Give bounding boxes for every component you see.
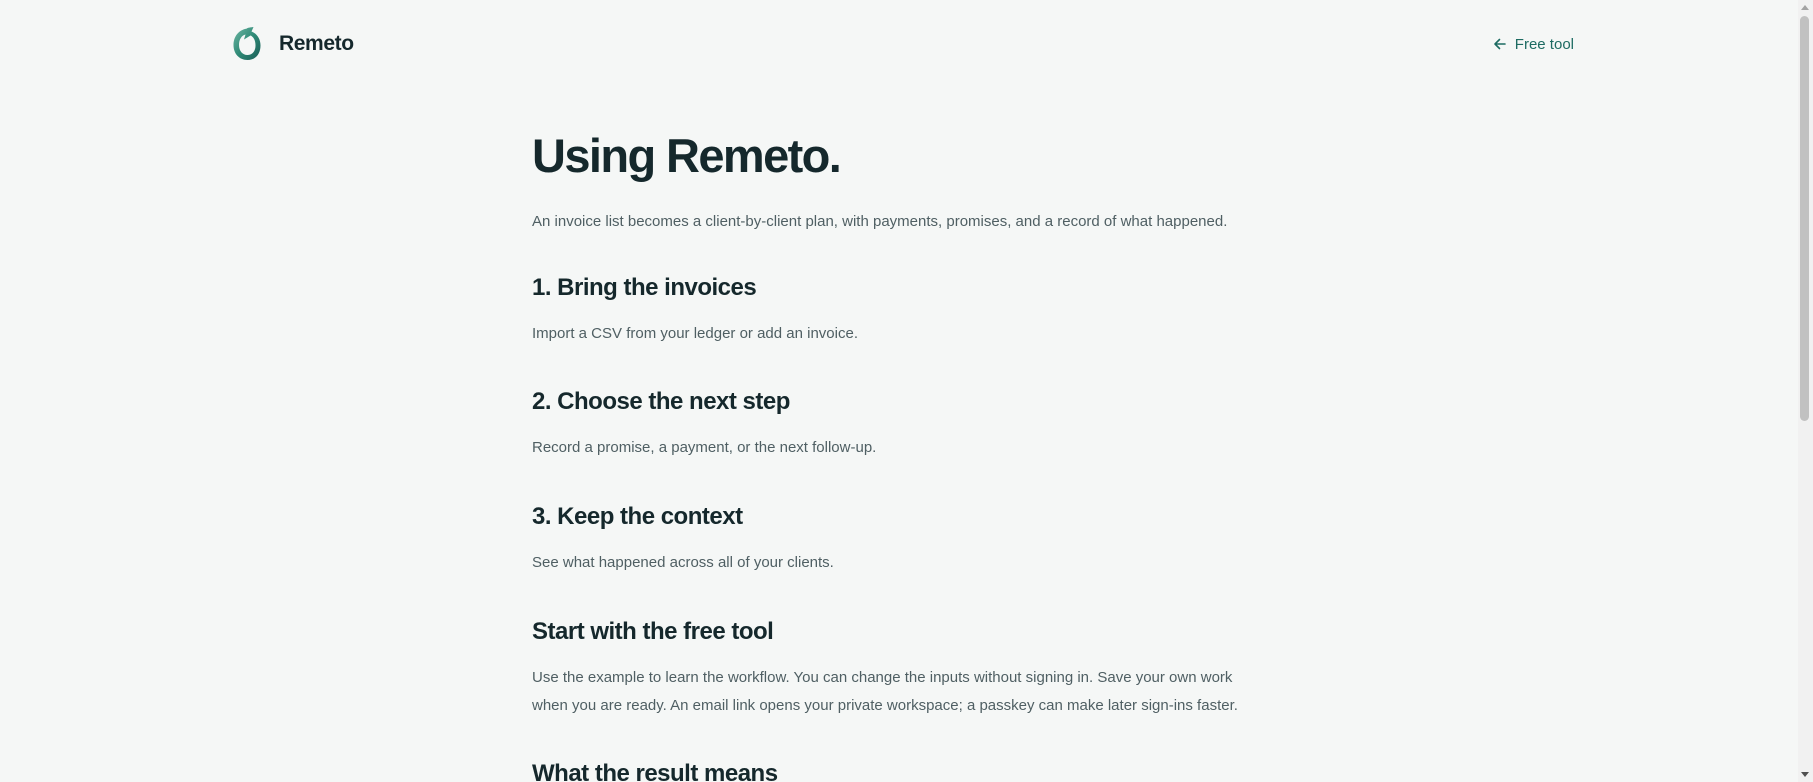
section-body: Record a promise, a payment, or the next… bbox=[532, 439, 877, 456]
page: Remeto Free tool Using Remeto. An invoic… bbox=[0, 0, 1798, 782]
section-body: See what happened across all of your cli… bbox=[532, 554, 834, 571]
section-heading: Start with the free tool bbox=[532, 618, 774, 645]
section-heading: What the result means bbox=[532, 760, 778, 782]
section-start-free-tool: Start with the free tool Use the example… bbox=[532, 616, 1252, 720]
brand-name: Remeto bbox=[279, 32, 354, 55]
main-content: Using Remeto. An invoice list becomes a … bbox=[532, 126, 1252, 782]
section-heading: 3. Keep the context bbox=[532, 503, 743, 530]
scroll-up-arrow-icon[interactable] bbox=[1801, 5, 1809, 10]
section-heading: 1. Bring the invoices bbox=[532, 274, 757, 301]
section-choose-next-step: 2. Choose the next step Record a promise… bbox=[532, 386, 1252, 462]
vertical-scrollbar[interactable] bbox=[1798, 0, 1813, 782]
remeto-logo-icon bbox=[233, 27, 261, 60]
section-keep-context: 3. Keep the context See what happened ac… bbox=[532, 501, 1252, 577]
section-bring-invoices: 1. Bring the invoices Import a CSV from … bbox=[532, 272, 1252, 348]
scrollbar-thumb[interactable] bbox=[1800, 16, 1809, 421]
scroll-down-arrow-icon[interactable] bbox=[1801, 772, 1809, 777]
section-body: Use the example to learn the workflow. Y… bbox=[532, 669, 1238, 714]
free-tool-link[interactable]: Free tool bbox=[1493, 36, 1574, 53]
section-result-meaning: What the result means bbox=[532, 758, 1252, 782]
section-body: Import a CSV from your ledger or add an … bbox=[532, 325, 858, 342]
free-tool-link-label: Free tool bbox=[1514, 35, 1574, 53]
brand-home-link[interactable]: Remeto bbox=[229, 24, 354, 64]
page-title: Using Remeto. bbox=[532, 129, 842, 182]
arrow-left-icon bbox=[1493, 38, 1506, 50]
site-header: Remeto Free tool bbox=[229, 24, 1574, 64]
section-heading: 2. Choose the next step bbox=[532, 388, 790, 415]
page-lead: An invoice list becomes a client-by-clie… bbox=[532, 213, 1228, 230]
